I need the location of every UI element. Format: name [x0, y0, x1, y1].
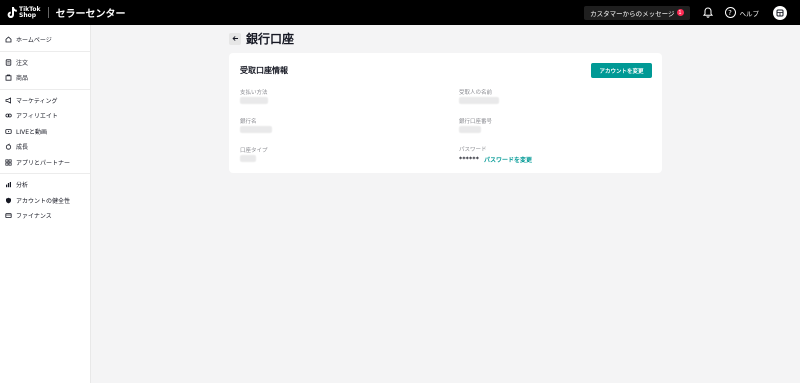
sidebar-item-label: アプリとパートナー [16, 159, 71, 167]
sidebar-item-label: アカウントの健全性 [16, 197, 71, 205]
sidebar-item-label: 注文 [16, 59, 29, 67]
payee-name-value-redacted [459, 97, 499, 104]
customer-messages-label: カスタマーからのメッセージ [590, 9, 675, 18]
megaphone-icon [5, 97, 12, 104]
account-avatar[interactable] [773, 5, 787, 20]
bell-icon[interactable] [701, 6, 715, 20]
page-header: 銀行口座 [229, 30, 294, 47]
logo-line-2: Shop [19, 11, 37, 19]
sidebar-divider [0, 173, 90, 174]
bank-name-label: 銀行名 [240, 119, 257, 125]
affiliate-icon [5, 112, 12, 119]
sidebar-divider [0, 88, 90, 90]
tiktok-icon [6, 7, 17, 18]
account-number-value-redacted [459, 126, 481, 133]
help-label: ヘルプ [739, 9, 760, 18]
sidebar-item-live-video[interactable]: LIVEと動画 [0, 124, 90, 140]
sidebar-item-analytics[interactable]: 分析 [0, 177, 90, 193]
sidebar-item-finance[interactable]: ファイナンス [0, 208, 90, 224]
page-title: 銀行口座 [246, 32, 295, 46]
account-type-value-redacted [240, 155, 256, 162]
logo-divider [47, 7, 49, 18]
password-mask: ****** [459, 156, 480, 163]
sidebar-item-account-health[interactable]: アカウントの健全性 [0, 193, 90, 209]
sidebar-item-label: 商品 [16, 75, 29, 83]
account-number-label: 銀行口座番号 [459, 119, 493, 125]
sidebar-item-home[interactable]: ホームページ [0, 32, 90, 48]
shield-icon [5, 197, 12, 204]
arrow-left-icon [231, 36, 238, 41]
card-title: 受取口座情報 [240, 66, 288, 75]
back-button[interactable] [229, 32, 241, 45]
store-icon [776, 9, 784, 16]
video-icon [5, 128, 12, 135]
sidebar-item-marketing[interactable]: マーケティング [0, 93, 90, 109]
password-label: パスワード [459, 147, 487, 153]
sidebar-item-apps-partners[interactable]: アプリとパートナー [0, 155, 90, 171]
sidebar-item-label: 成長 [16, 144, 29, 152]
home-icon [5, 36, 12, 43]
sidebar-item-label: ホームページ [16, 37, 52, 45]
sidebar-item-label: マーケティング [16, 97, 58, 105]
payee-name-label: 受取人の名前 [459, 90, 493, 96]
account-type-label: 口座タイプ [240, 148, 268, 154]
messages-count-badge: 1 [676, 9, 684, 16]
app-title: セラーセンター [55, 9, 126, 20]
payment-method-value-redacted [240, 97, 268, 104]
help-icon: ? [724, 7, 736, 18]
sidebar-divider [0, 50, 90, 52]
sidebar-item-orders[interactable]: 注文 [0, 55, 90, 71]
chart-icon [5, 181, 12, 188]
sidebar-item-affiliate[interactable]: アフィリエイト [0, 108, 90, 124]
sidebar-item-products[interactable]: 商品 [0, 70, 90, 86]
help-button[interactable]: ? ヘルプ [724, 7, 760, 18]
customer-messages-button[interactable]: カスタマーからのメッセージ 1 [584, 5, 690, 20]
sidebar: ホームページ 注文 商品 マーケティング アフィリエイト LIVEと動画 成長 … [0, 25, 91, 383]
sidebar-item-growth[interactable]: 成長 [0, 139, 90, 155]
bank-name-value-redacted [240, 126, 272, 133]
payout-account-card: 受取口座情報 アカウントを変更 支払い方法 銀行名 口座タイプ 受取人の名前 銀… [229, 53, 662, 173]
sidebar-item-label: アフィリエイト [16, 113, 58, 121]
order-icon [5, 59, 12, 66]
product-icon [5, 74, 12, 81]
growth-icon [5, 143, 12, 150]
password-row: ****** パスワードを変更 [459, 155, 532, 164]
top-bar: TikTok Shop セラーセンター カスタマーからのメッセージ 1 ? ヘル… [0, 0, 800, 25]
change-account-button[interactable]: アカウントを変更 [591, 63, 652, 78]
sidebar-item-label: LIVEと動画 [16, 128, 48, 136]
payment-method-label: 支払い方法 [240, 90, 268, 96]
sidebar-item-label: ファイナンス [16, 213, 52, 221]
sidebar-item-label: 分析 [16, 182, 29, 190]
wallet-icon [5, 212, 12, 219]
change-password-link[interactable]: パスワードを変更 [484, 155, 532, 164]
apps-icon [5, 159, 12, 166]
tiktok-shop-logo[interactable]: TikTok Shop [6, 6, 41, 19]
